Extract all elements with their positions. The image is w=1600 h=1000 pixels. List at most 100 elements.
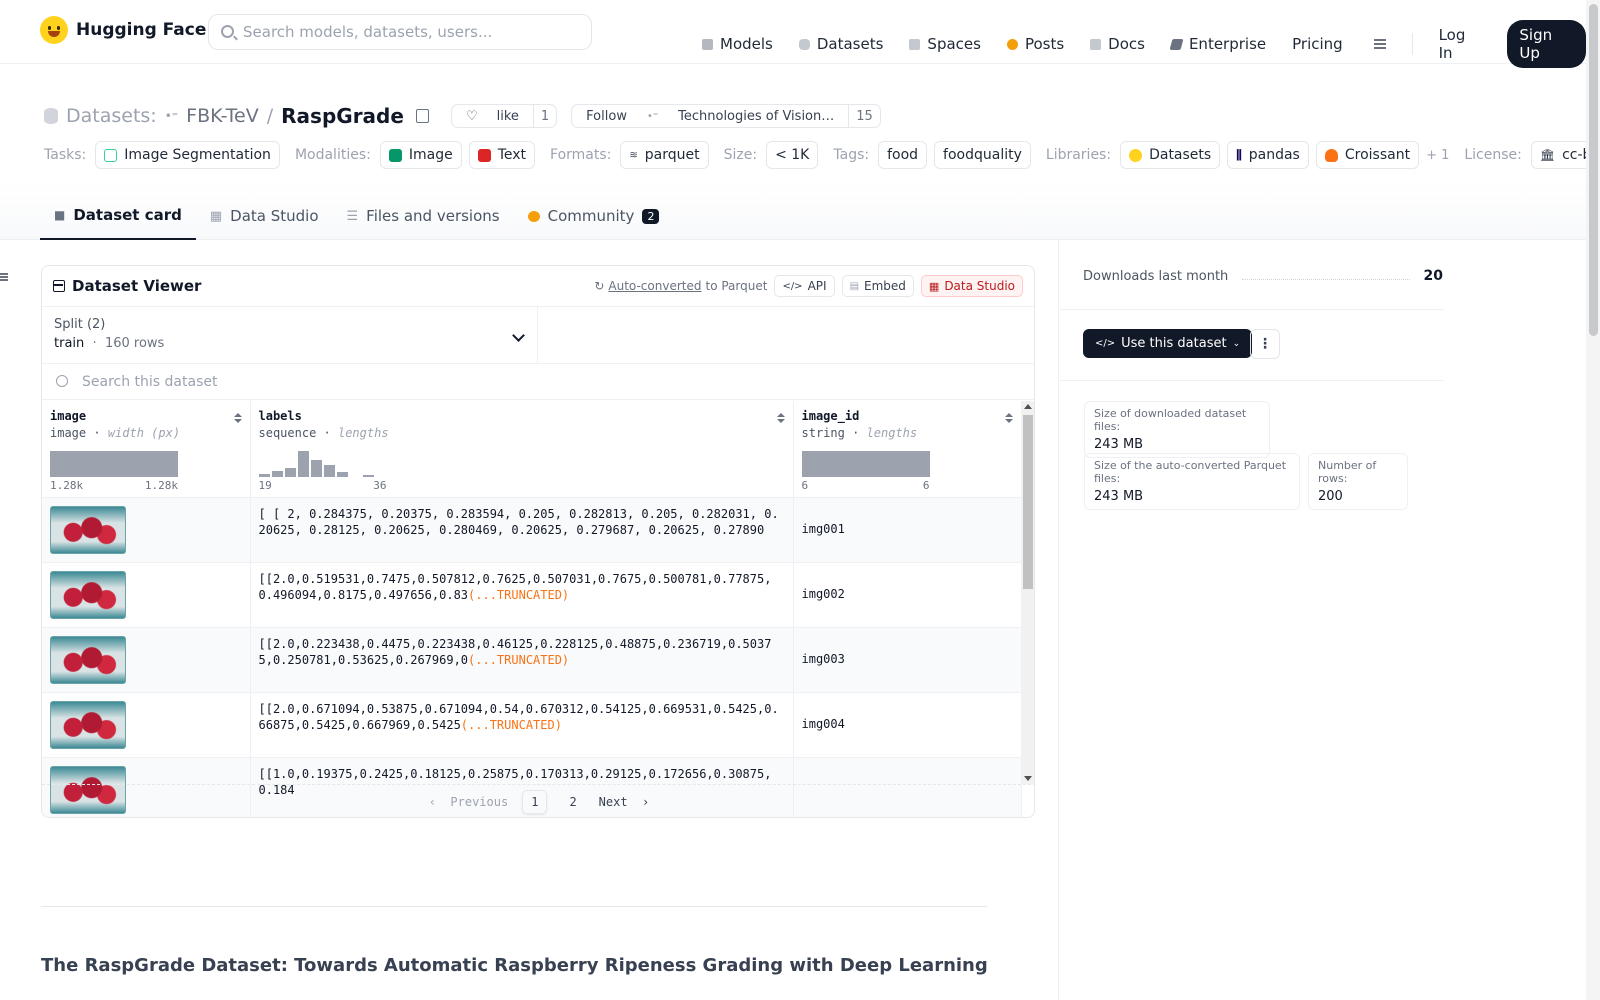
data-studio-button[interactable]: ▦ Data Studio: [920, 275, 1023, 297]
nav-docs[interactable]: Docs: [1090, 35, 1145, 53]
follow-button[interactable]: Follow •⁼ Technologies of Vision… 15: [571, 104, 881, 128]
global-search[interactable]: [208, 14, 592, 50]
raspberry-thumbnail[interactable]: [50, 700, 126, 749]
page-2-button[interactable]: 2: [561, 791, 584, 813]
column-type: image · width (px): [50, 426, 181, 440]
cube-icon: [702, 38, 713, 50]
tab-community[interactable]: Community 2: [514, 192, 674, 240]
heart-icon: ♡: [465, 108, 478, 124]
dataset-search[interactable]: [42, 364, 1034, 400]
nav-datasets[interactable]: Datasets: [798, 35, 883, 53]
histogram-axis: 19 36: [259, 479, 387, 492]
sort-icon[interactable]: [776, 413, 785, 423]
cell-image-id[interactable]: img001: [793, 497, 1022, 563]
cell-image-id[interactable]: img004: [793, 692, 1022, 758]
downloads-value: 20: [1423, 268, 1443, 284]
libraries-more[interactable]: + 1: [1426, 148, 1449, 163]
tag-task[interactable]: Image Segmentation: [95, 141, 280, 169]
tab-files[interactable]: ☰ Files and versions: [333, 192, 514, 240]
raspberry-thumbnail[interactable]: [50, 570, 126, 619]
embed-button[interactable]: ▤ Embed: [841, 275, 914, 297]
logo[interactable]: Hugging Face: [40, 16, 206, 44]
column-header-image[interactable]: image image · width (px) 1.28k 1.28k: [42, 401, 251, 498]
tab-dataset-card[interactable]: ■ Dataset card: [40, 192, 196, 240]
hugging-face-icon: [1129, 148, 1143, 162]
use-this-dataset-button[interactable]: </> Use this dataset ⌄: [1083, 329, 1253, 358]
cell-image-id[interactable]: img002: [793, 562, 1022, 628]
toc-toggle-icon[interactable]: [0, 272, 8, 282]
hugging-face-logo-icon: [40, 16, 68, 44]
split-name: train: [54, 336, 85, 351]
follow-org: Technologies of Vision…: [678, 108, 835, 124]
cell-image-id[interactable]: img003: [793, 627, 1022, 693]
api-button[interactable]: </> API: [774, 275, 835, 297]
cell-labels[interactable]: [[2.0,0.671094,0.53875,0.671094,0.54,0.6…: [250, 692, 794, 758]
tag-modality-image[interactable]: Image: [379, 141, 462, 169]
tag-lib-datasets[interactable]: Datasets: [1120, 141, 1221, 169]
signup-button[interactable]: Sign Up: [1507, 20, 1586, 68]
table-row[interactable]: [[2.0,0.671094,0.53875,0.671094,0.54,0.6…: [42, 692, 1022, 758]
table-scrollbar[interactable]: [1021, 401, 1034, 784]
sort-icon[interactable]: [233, 413, 242, 423]
nav-spaces[interactable]: Spaces: [909, 35, 981, 53]
scrollbar-thumb[interactable]: [1023, 415, 1033, 589]
cell-image[interactable]: [42, 627, 251, 693]
cell-labels[interactable]: [[2.0,0.223438,0.4475,0.223438,0.46125,0…: [250, 627, 794, 693]
image-icon: [388, 148, 402, 162]
follow-count: 15: [848, 105, 880, 127]
dataset-search-input[interactable]: [82, 373, 582, 390]
scroll-down-icon[interactable]: [1024, 776, 1032, 781]
auto-converted-link[interactable]: Auto-converted: [608, 279, 701, 293]
next-page-button[interactable]: Next ›: [599, 795, 650, 809]
tag-modality-text[interactable]: Text: [468, 141, 536, 169]
nav-pricing[interactable]: Pricing: [1292, 35, 1343, 53]
sort-icon[interactable]: [1004, 413, 1013, 423]
tag-text: pandas: [1248, 147, 1300, 163]
global-search-input[interactable]: [243, 23, 573, 41]
previous-page-button[interactable]: ‹ Previous: [429, 795, 508, 809]
cell-labels[interactable]: [[2.0,0.519531,0.7475,0.507812,0.7625,0.…: [250, 562, 794, 628]
cell-labels[interactable]: [ [ 2, 0.284375, 0.20375, 0.283594, 0.20…: [250, 497, 794, 563]
raspberry-thumbnail[interactable]: [50, 505, 126, 554]
login-link[interactable]: Log In: [1439, 26, 1482, 62]
column-type-meta: lengths: [866, 426, 918, 440]
more-menu-icon[interactable]: [1369, 38, 1386, 50]
table-row[interactable]: [[2.0,0.223438,0.4475,0.223438,0.46125,0…: [42, 627, 1022, 693]
cell-image[interactable]: [42, 562, 251, 628]
column-histogram: [801, 451, 930, 477]
tag-food[interactable]: food: [878, 141, 928, 169]
raspberry-thumbnail[interactable]: [50, 635, 126, 684]
section-divider: [41, 906, 987, 907]
tag-foodquality[interactable]: foodquality: [934, 141, 1031, 169]
sidebar-divider: [1058, 240, 1059, 1000]
tag-format[interactable]: ≋ parquet: [620, 141, 709, 169]
nav-posts[interactable]: Posts: [1006, 35, 1064, 53]
column-header-labels[interactable]: labels sequence · lengths 19 36: [250, 401, 794, 498]
nav-models[interactable]: Models: [702, 35, 773, 53]
scroll-up-icon[interactable]: [1024, 404, 1032, 409]
tag-size[interactable]: < 1K: [766, 141, 819, 169]
nav-enterprise[interactable]: Enterprise: [1169, 35, 1266, 53]
hist-min: 19: [258, 479, 272, 492]
repo-org[interactable]: FBK-TeV: [186, 105, 259, 127]
tag-lib-croissant[interactable]: Croissant: [1315, 141, 1420, 169]
copy-icon[interactable]: [415, 109, 429, 123]
table-row[interactable]: [ [ 2, 0.284375, 0.20375, 0.283594, 0.20…: [42, 497, 1022, 563]
table-row[interactable]: [[2.0,0.519531,0.7475,0.507812,0.7625,0.…: [42, 562, 1022, 628]
stat-download-size: Size of downloaded dataset files: 243 MB: [1084, 401, 1270, 458]
column-header-image-id[interactable]: image_id string · lengths 66: [793, 401, 1022, 498]
data-studio-label: Data Studio: [944, 279, 1015, 293]
split-selector[interactable]: Split (2) train · 160 rows: [42, 307, 538, 363]
page-scrollbar-thumb[interactable]: [1589, 4, 1598, 336]
tab-data-studio[interactable]: ▦ Data Studio: [196, 192, 333, 240]
book-icon: [1090, 38, 1102, 50]
page-1-button[interactable]: 1: [522, 789, 548, 814]
column-type: string · lengths: [801, 426, 918, 440]
cell-image[interactable]: [42, 497, 251, 563]
tag-lib-pandas[interactable]: ⫼ pandas: [1227, 141, 1309, 169]
cell-image[interactable]: [42, 692, 251, 758]
tag-text: Text: [497, 147, 527, 163]
repo-name[interactable]: RaspGrade: [281, 104, 404, 128]
like-button[interactable]: ♡ like 1: [450, 104, 558, 128]
more-options-icon[interactable]: ⋮: [1250, 329, 1280, 359]
